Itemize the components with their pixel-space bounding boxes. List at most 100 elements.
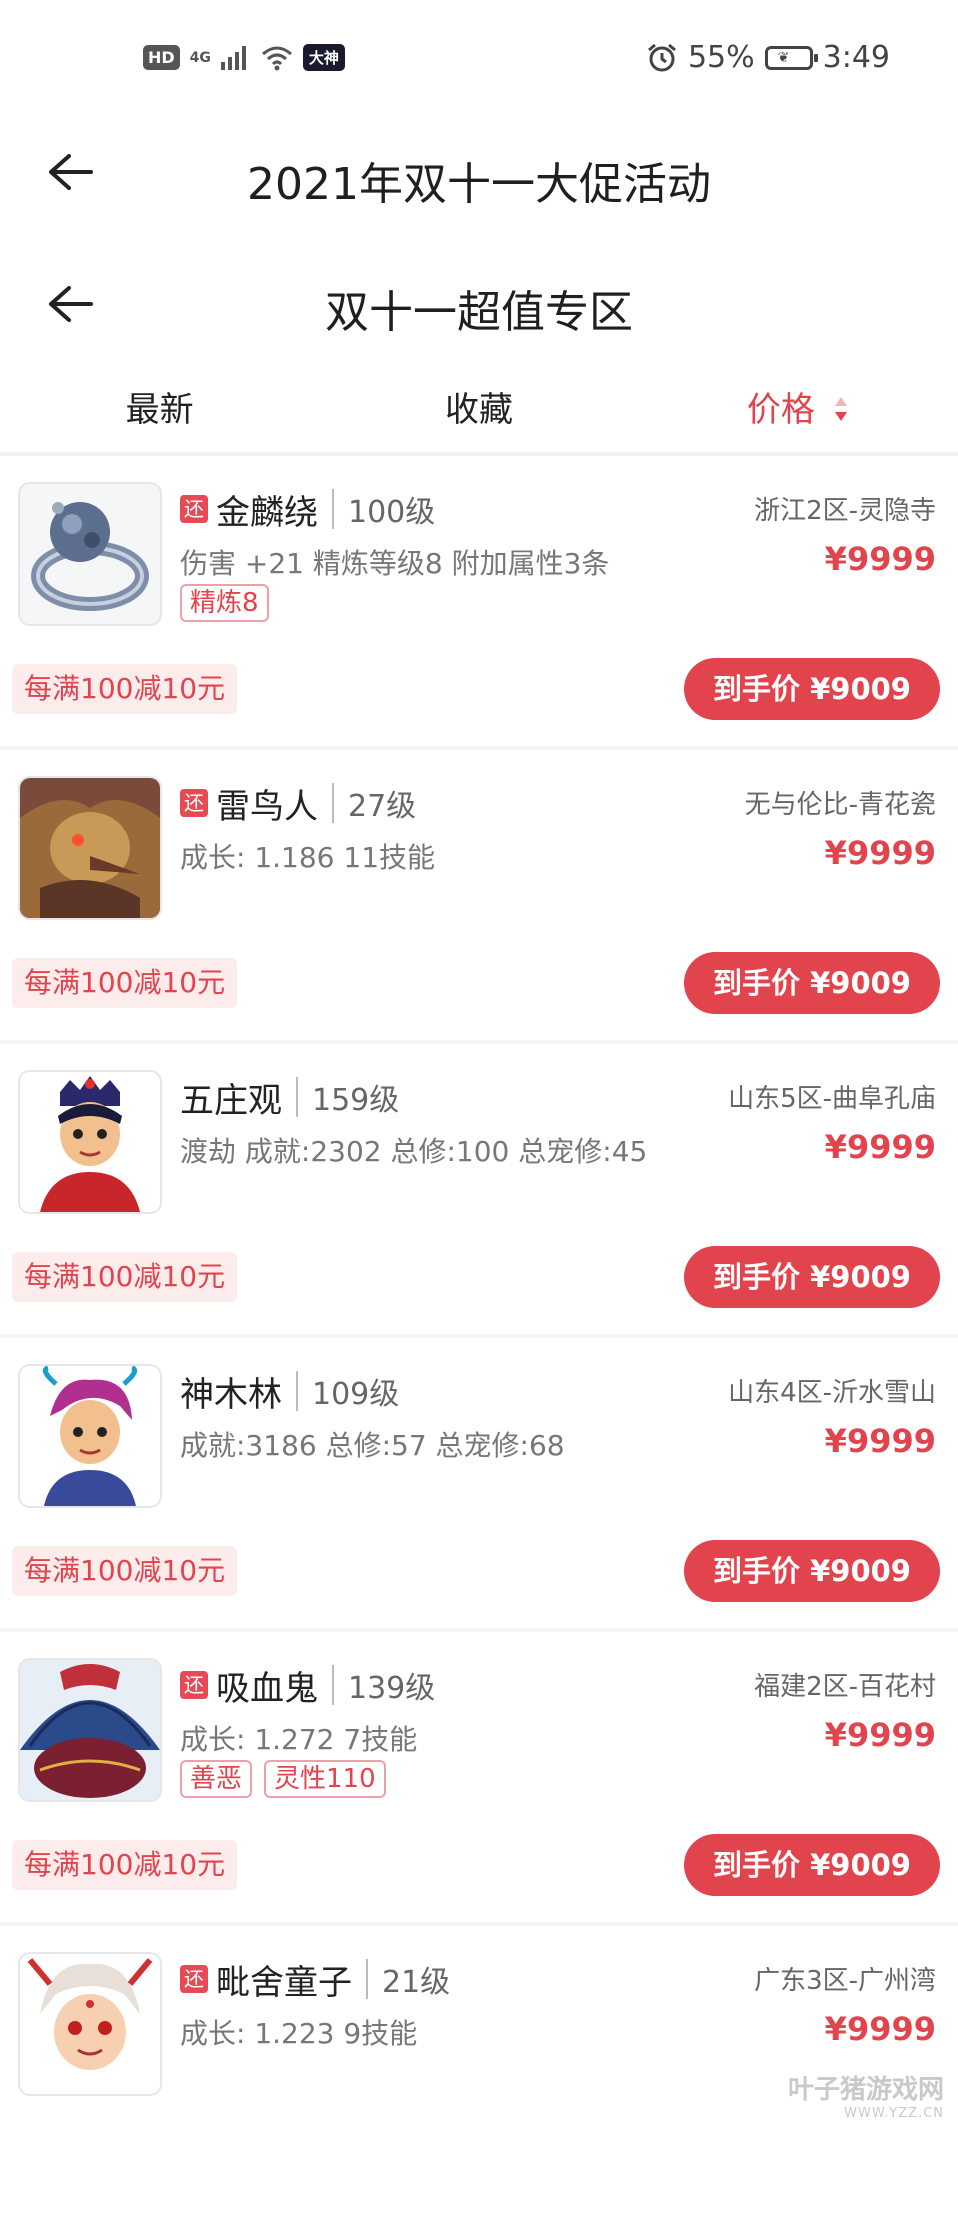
item-desc: 成长: 1.272 7技能	[180, 1723, 418, 1756]
item-title-row: 五庄观 159级	[180, 1072, 399, 1122]
tag: 善恶	[180, 1760, 253, 1798]
final-price-button[interactable]: 到手价 ¥9009	[684, 1834, 940, 1896]
item-level: 100级	[348, 495, 436, 530]
item-title-row: 神木林 109级	[180, 1366, 399, 1416]
item-name: 五庄观	[180, 1080, 282, 1121]
product-list: 还 金麟绕 100级 浙江2区-灵隐寺 伤害 +21 精炼等级8 附加属性3条 …	[0, 456, 958, 2216]
hd-indicator: HD	[143, 45, 180, 70]
vampire-image	[18, 1658, 162, 1802]
list-item[interactable]: 还 吸血鬼 139级 福建2区-百花村 成长: 1.272 7技能 ¥9999 …	[0, 1632, 958, 1926]
promo-label: 每满100减10元	[12, 958, 238, 1008]
signal-icon	[220, 45, 246, 70]
item-name: 毗舍童子	[216, 1962, 352, 2003]
promo-label: 每满100减10元	[12, 1840, 238, 1890]
ring-image	[18, 482, 162, 626]
divider	[332, 783, 334, 823]
item-desc: 成长: 1.186 11技能	[180, 841, 436, 874]
item-price: ¥9999	[824, 1716, 936, 1754]
list-item[interactable]: 五庄观 159级 山东5区-曲阜孔庙 渡劫 成就:2302 总修:100 总宠修…	[0, 1044, 958, 1338]
item-level: 21级	[382, 1965, 451, 2000]
item-name: 雷鸟人	[216, 786, 318, 827]
promo-label: 每满100减10元	[12, 1546, 238, 1596]
status-bar: HD 4G 大神 55% ❦ 3:49	[0, 0, 958, 120]
tab-price[interactable]: 价格	[639, 370, 958, 450]
watermark-url: WWW.YZZ.CN	[844, 2106, 944, 2121]
item-desc: 伤害 +21 精炼等级8 附加属性3条	[180, 547, 610, 580]
server-name: 浙江2区-灵隐寺	[754, 496, 936, 526]
server-name: 山东4区-沂水雪山	[728, 1378, 936, 1408]
divider	[332, 489, 334, 529]
wifi-icon	[261, 46, 292, 70]
divider	[296, 1371, 298, 1411]
promo-label: 每满100减10元	[12, 664, 238, 714]
outer-header: 2021年双十一大促活动	[0, 120, 958, 230]
page-title: 2021年双十一大促活动	[247, 159, 711, 210]
list-item[interactable]: 神木林 109级 山东4区-沂水雪山 成就:3186 总修:57 总宠修:68 …	[0, 1338, 958, 1632]
tag-list: 精炼8	[180, 584, 269, 622]
divider	[366, 1959, 368, 1999]
tag: 精炼8	[180, 584, 269, 622]
item-price: ¥9999	[824, 1422, 936, 1460]
item-title-row: 还 雷鸟人 27级	[180, 778, 416, 828]
divider	[332, 1665, 334, 1705]
item-level: 109级	[312, 1377, 400, 1412]
clock: 3:49	[822, 40, 890, 75]
tab-favorites[interactable]: 收藏	[319, 370, 638, 450]
thunderbird-image	[18, 776, 162, 920]
section-title: 双十一超值专区	[325, 287, 633, 338]
item-price: ¥9999	[824, 1128, 936, 1166]
item-title-row: 还 金麟绕 100级	[180, 484, 435, 534]
server-name: 无与伦比-青花瓷	[744, 790, 936, 820]
battery-icon: ❦	[764, 45, 818, 70]
watermark: 叶子猪游戏网 WWW.YZZ.CN	[788, 2069, 944, 2121]
status-left: HD 4G 大神	[143, 44, 345, 71]
tab-label: 收藏	[444, 390, 513, 430]
sort-icon	[834, 396, 847, 421]
app-notification-icon: 大神	[302, 44, 345, 71]
tag: 灵性110	[264, 1760, 386, 1798]
tab-label: 价格	[746, 390, 815, 430]
return-badge: 还	[180, 495, 208, 523]
status-right: 55% ❦ 3:49	[646, 40, 890, 75]
filter-tabs: 最新 收藏 价格	[0, 370, 958, 450]
server-name: 广东3区-广州湾	[754, 1966, 936, 1996]
item-name: 神木林	[180, 1374, 282, 1415]
boy-image	[18, 1952, 162, 2096]
battery-percent: 55%	[687, 40, 755, 75]
character-image	[18, 1364, 162, 1508]
item-price: ¥9999	[824, 834, 936, 872]
character-image	[18, 1070, 162, 1214]
item-title-row: 还 吸血鬼 139级	[180, 1660, 435, 1710]
item-level: 139级	[348, 1671, 436, 1706]
divider	[296, 1077, 298, 1117]
item-level: 159级	[312, 1083, 400, 1118]
server-name: 山东5区-曲阜孔庙	[728, 1084, 936, 1114]
item-price: ¥9999	[824, 2010, 936, 2048]
return-badge: 还	[180, 789, 208, 817]
final-price-button[interactable]: 到手价 ¥9009	[684, 1540, 940, 1602]
item-name: 金麟绕	[216, 492, 318, 533]
item-name: 吸血鬼	[216, 1668, 318, 1709]
tab-label: 最新	[125, 390, 194, 430]
return-badge: 还	[180, 1965, 208, 1993]
item-title-row: 还 毗舍童子 21级	[180, 1954, 450, 2004]
inner-header: 双十一超值专区	[0, 250, 958, 360]
final-price-button[interactable]: 到手价 ¥9009	[684, 1246, 940, 1308]
item-level: 27级	[348, 789, 417, 824]
alarm-icon	[647, 43, 676, 71]
tag-list: 善恶 灵性110	[180, 1760, 386, 1798]
item-desc: 成就:3186 总修:57 总宠修:68	[180, 1429, 565, 1462]
return-badge: 还	[180, 1671, 208, 1699]
tab-latest[interactable]: 最新	[0, 370, 319, 450]
item-desc: 成长: 1.223 9技能	[180, 2017, 418, 2050]
item-desc: 渡劫 成就:2302 总修:100 总宠修:45	[180, 1135, 648, 1168]
final-price-button[interactable]: 到手价 ¥9009	[684, 658, 940, 720]
final-price-button[interactable]: 到手价 ¥9009	[684, 952, 940, 1014]
promo-label: 每满100减10元	[12, 1252, 238, 1302]
network-indicator: 4G	[189, 49, 211, 66]
list-item[interactable]: 还 雷鸟人 27级 无与伦比-青花瓷 成长: 1.186 11技能 ¥9999 …	[0, 750, 958, 1044]
server-name: 福建2区-百花村	[754, 1672, 936, 1702]
item-price: ¥9999	[824, 540, 936, 578]
list-item[interactable]: 还 金麟绕 100级 浙江2区-灵隐寺 伤害 +21 精炼等级8 附加属性3条 …	[0, 456, 958, 750]
watermark-main: 叶子猪游戏网	[787, 2075, 944, 2105]
